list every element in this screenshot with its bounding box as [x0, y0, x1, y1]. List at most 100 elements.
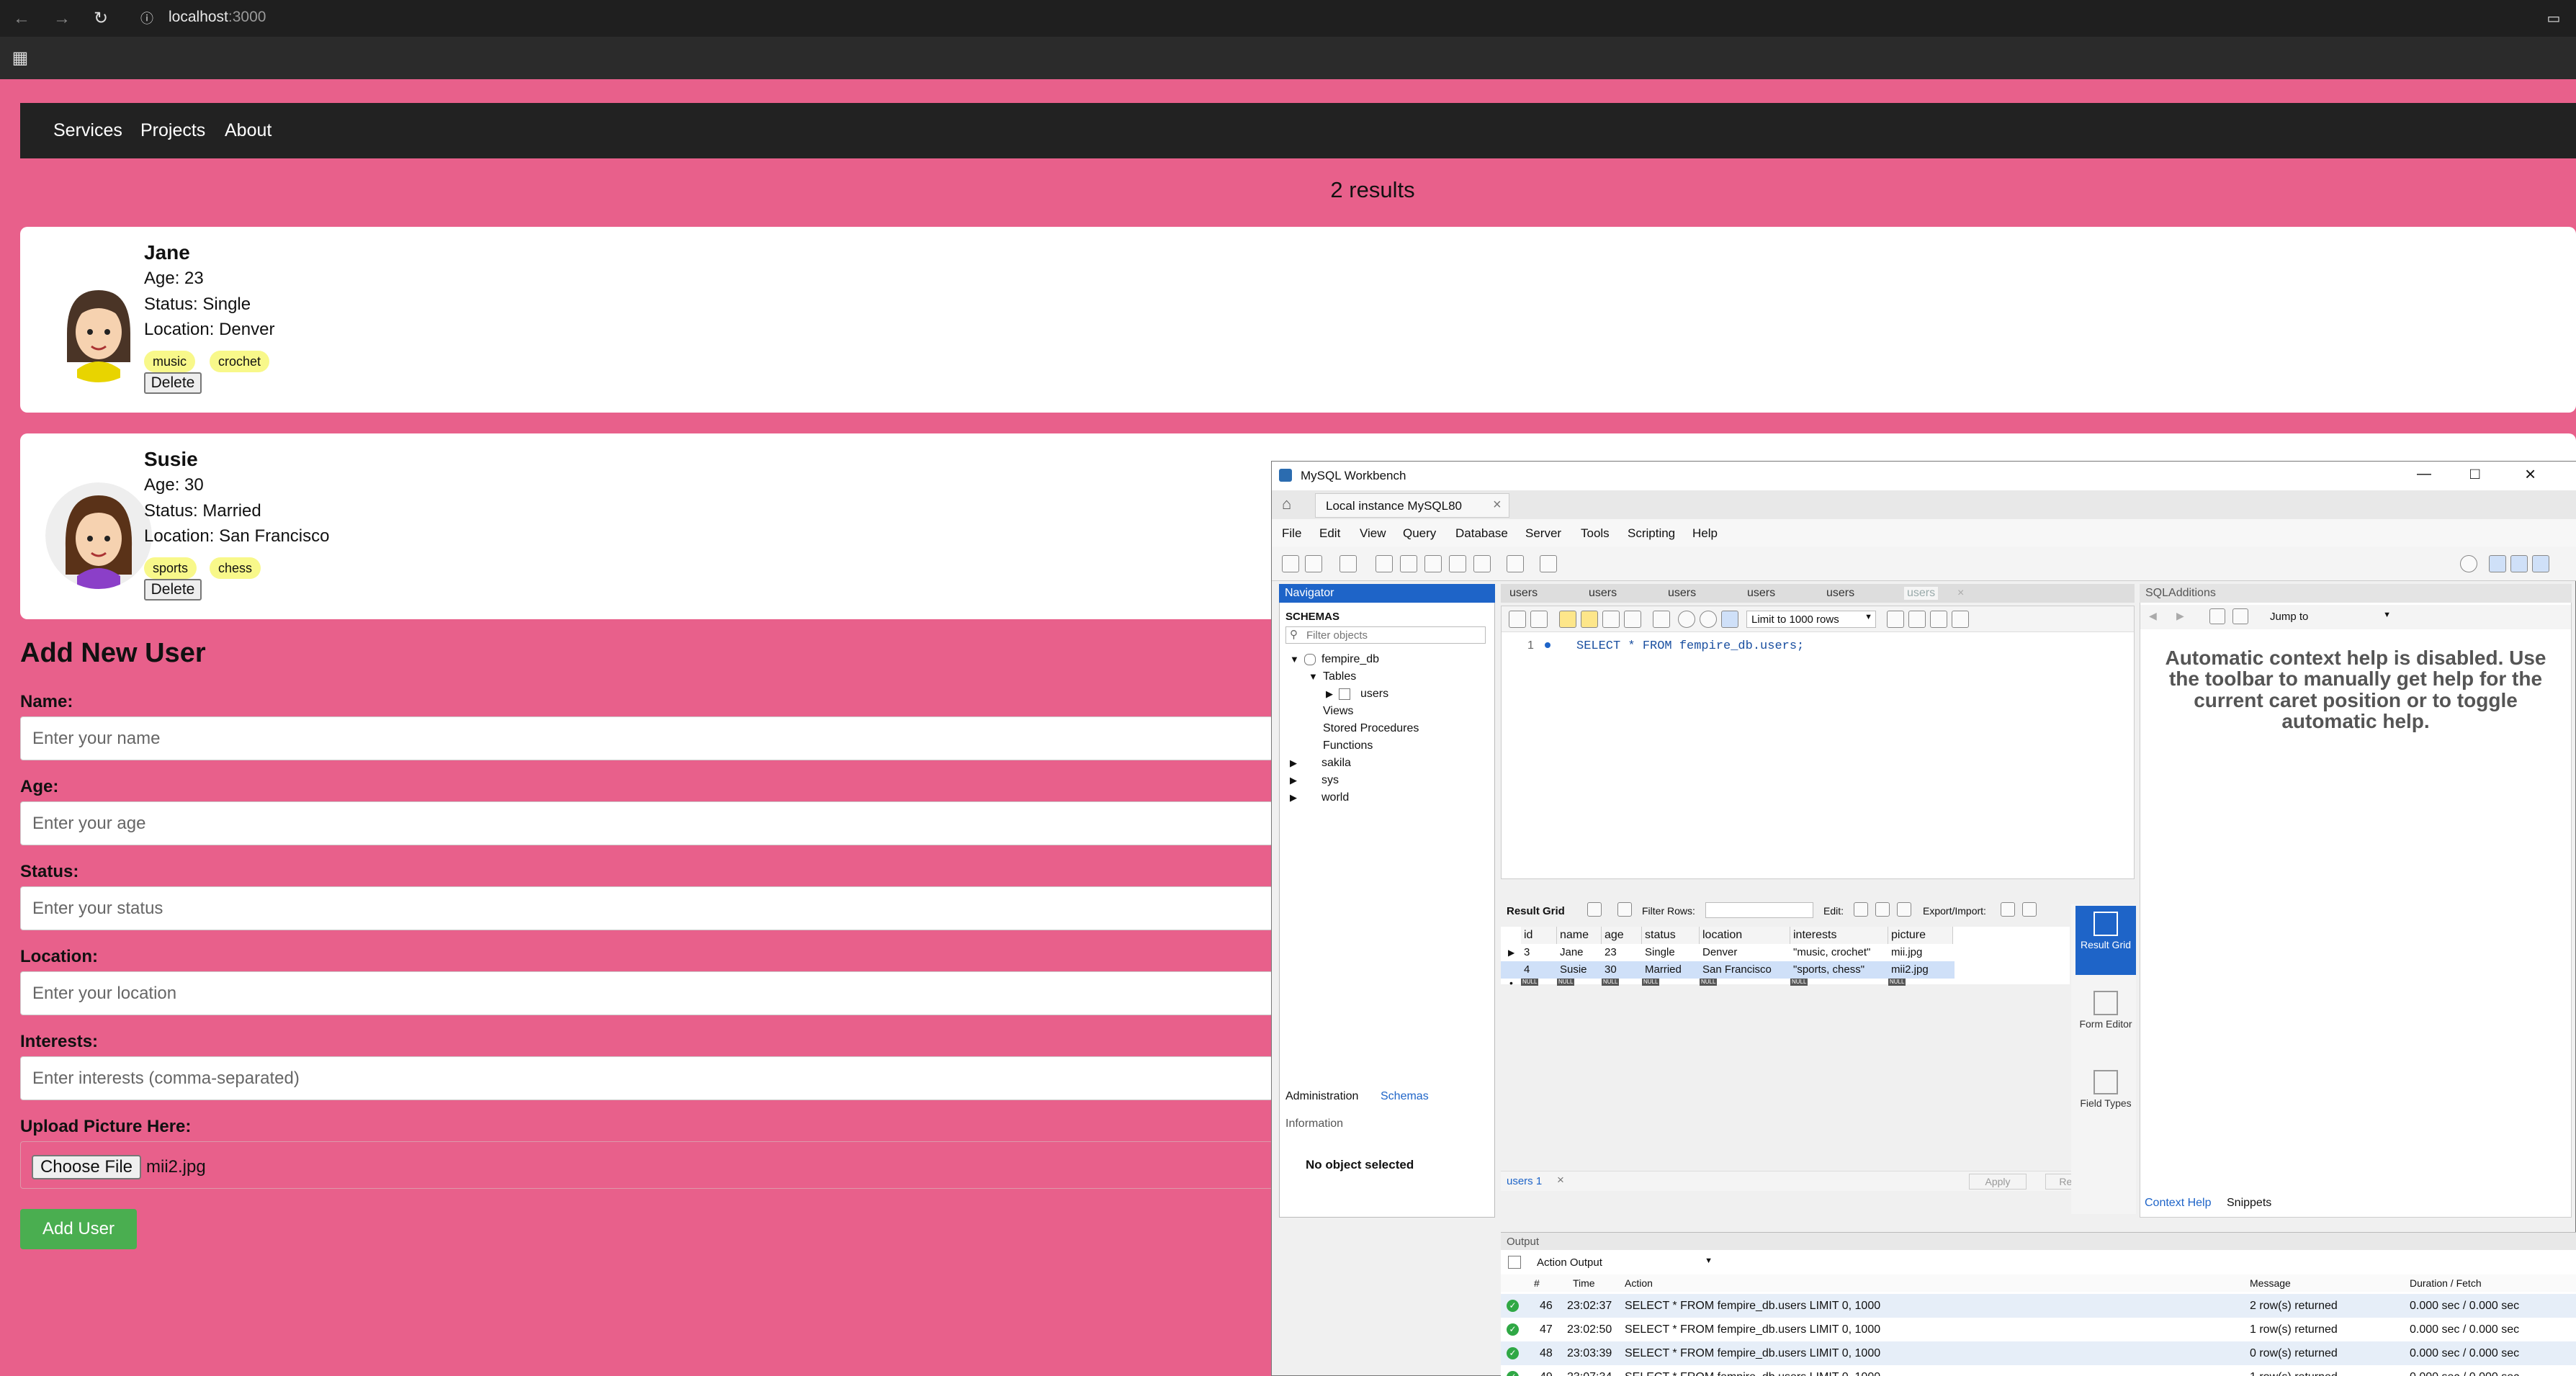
- toggle-sidebar-icon[interactable]: [2489, 555, 2506, 572]
- tree-tables[interactable]: Tables: [1323, 670, 1356, 683]
- jump-to-select[interactable]: Jump to ▼: [2264, 608, 2394, 626]
- limit-rows-select[interactable]: Limit to 1000 rows ▼: [1746, 611, 1876, 628]
- grid-cell[interactable]: "sports, chess": [1790, 961, 1864, 979]
- maximize-icon[interactable]: □: [2470, 464, 2479, 483]
- close-tab-icon[interactable]: ×: [1557, 1173, 1564, 1187]
- forward-icon[interactable]: ▶: [2176, 610, 2184, 622]
- toggle-secondary-sidebar-icon[interactable]: [2532, 555, 2549, 572]
- minimize-icon[interactable]: —: [2417, 466, 2431, 482]
- settings-gear-icon[interactable]: [2460, 555, 2477, 572]
- create-view-icon[interactable]: [1424, 555, 1442, 572]
- create-procedure-icon[interactable]: [1449, 555, 1466, 572]
- tree-views[interactable]: Views: [1323, 705, 1353, 718]
- tree-table-users[interactable]: users: [1360, 688, 1388, 701]
- apply-button[interactable]: Apply: [1969, 1174, 2027, 1190]
- invisible-chars-icon[interactable]: [1930, 611, 1947, 628]
- name-input[interactable]: [20, 716, 1273, 760]
- grid-cell[interactable]: Married: [1642, 961, 1682, 979]
- wrap-lines-icon[interactable]: [1952, 611, 1969, 628]
- interests-input[interactable]: [20, 1056, 1273, 1100]
- create-function-icon[interactable]: [1473, 555, 1491, 572]
- choose-file-button[interactable]: Choose File: [32, 1155, 141, 1179]
- search-table-data-icon[interactable]: [1507, 555, 1524, 572]
- tab-snippets[interactable]: Snippets: [2227, 1197, 2271, 1210]
- find-icon[interactable]: [1908, 611, 1926, 628]
- insert-row-icon[interactable]: [1875, 902, 1890, 917]
- rollback-icon[interactable]: [1700, 611, 1717, 628]
- copy-output-icon[interactable]: [1508, 1256, 1521, 1269]
- form-editor-view-button[interactable]: Form Editor: [2075, 985, 2136, 1054]
- grid-cell[interactable]: Denver: [1700, 944, 1737, 961]
- menu-scripting[interactable]: Scripting: [1628, 526, 1675, 541]
- reload-icon[interactable]: ↻: [89, 7, 112, 30]
- grid-cell[interactable]: "music, crochet": [1790, 944, 1870, 961]
- grid-cell[interactable]: mii.jpg: [1888, 944, 1922, 961]
- create-schema-icon[interactable]: [1375, 555, 1393, 572]
- new-sql-tab-icon[interactable]: [1282, 555, 1299, 572]
- output-row[interactable]: ✓ 47 23:02:50 SELECT * FROM fempire_db.u…: [1501, 1318, 2576, 1341]
- menu-view[interactable]: View: [1360, 526, 1386, 541]
- collapse-arrow-icon[interactable]: ▼: [1290, 654, 1299, 665]
- grid-header[interactable]: location: [1700, 927, 1790, 944]
- nav-link-projects[interactable]: Projects: [140, 103, 205, 158]
- menu-database[interactable]: Database: [1455, 526, 1508, 541]
- tab-schemas[interactable]: Schemas: [1381, 1090, 1429, 1103]
- autocommit-icon[interactable]: [1721, 611, 1738, 628]
- result-tab[interactable]: users 1: [1507, 1175, 1542, 1187]
- age-input[interactable]: [20, 801, 1273, 845]
- output-row[interactable]: ✓ 48 23:03:39 SELECT * FROM fempire_db.u…: [1501, 1341, 2576, 1365]
- output-type-select[interactable]: Action Output ▼: [1532, 1254, 1717, 1272]
- execute-current-icon[interactable]: [1581, 611, 1598, 628]
- address-bar[interactable]: localhost:3000: [169, 9, 266, 26]
- collapse-arrow-icon[interactable]: ▼: [1309, 671, 1318, 682]
- reconnect-icon[interactable]: [1540, 555, 1557, 572]
- tab-context-help[interactable]: Context Help: [2145, 1197, 2212, 1210]
- menu-tools[interactable]: Tools: [1581, 526, 1610, 541]
- grid-icon[interactable]: [1587, 902, 1602, 917]
- save-icon[interactable]: [1530, 611, 1548, 628]
- nav-link-services[interactable]: Services: [53, 103, 122, 158]
- nav-link-about[interactable]: About: [225, 103, 271, 158]
- menu-server[interactable]: Server: [1525, 526, 1561, 541]
- filter-rows-input[interactable]: [1705, 902, 1813, 918]
- stop-icon[interactable]: [1624, 611, 1641, 628]
- tree-functions[interactable]: Functions: [1323, 739, 1373, 752]
- explain-icon[interactable]: [1602, 611, 1620, 628]
- commit-icon[interactable]: [1678, 611, 1695, 628]
- refresh-icon[interactable]: [1617, 902, 1632, 917]
- menu-help[interactable]: Help: [1692, 526, 1718, 541]
- sql-tab-active[interactable]: users: [1904, 587, 1939, 600]
- grid-cell[interactable]: mii2.jpg: [1888, 961, 1929, 979]
- create-table-icon[interactable]: [1400, 555, 1417, 572]
- expand-arrow-icon[interactable]: ▶: [1290, 775, 1297, 786]
- toggle-output-icon[interactable]: [2510, 555, 2528, 572]
- menu-query[interactable]: Query: [1403, 526, 1436, 541]
- install-app-icon[interactable]: ▭: [2542, 7, 2565, 30]
- sql-tab[interactable]: users: [1826, 587, 1854, 600]
- grid-header[interactable]: name: [1557, 927, 1602, 944]
- grid-header[interactable]: status: [1642, 927, 1700, 944]
- filter-objects-input[interactable]: [1285, 626, 1486, 644]
- home-icon[interactable]: ⌂: [1282, 495, 1291, 513]
- inspector-icon[interactable]: [1339, 555, 1357, 572]
- sql-query-text[interactable]: SELECT * FROM fempire_db.users;: [1576, 639, 1804, 653]
- tree-db-sys[interactable]: sys: [1321, 774, 1339, 787]
- output-row[interactable]: ✓ 46 23:02:37 SELECT * FROM fempire_db.u…: [1501, 1294, 2576, 1318]
- export-icon[interactable]: [2001, 902, 2015, 917]
- add-user-button[interactable]: Add User: [20, 1209, 137, 1249]
- grid-header[interactable]: age: [1602, 927, 1642, 944]
- tree-db-sakila[interactable]: sakila: [1321, 757, 1351, 770]
- grid-cell[interactable]: San Francisco: [1700, 961, 1772, 979]
- grid-cell[interactable]: Susie: [1557, 961, 1587, 979]
- open-sql-script-icon[interactable]: [1305, 555, 1322, 572]
- grid-cell[interactable]: 23: [1602, 944, 1617, 961]
- grid-header[interactable]: interests: [1790, 927, 1888, 944]
- tree-stored-procedures[interactable]: Stored Procedures: [1323, 722, 1419, 735]
- grid-header[interactable]: id: [1521, 927, 1557, 944]
- expand-arrow-icon[interactable]: ▶: [1326, 688, 1333, 700]
- execute-icon[interactable]: [1559, 611, 1576, 628]
- tree-db-fempire[interactable]: fempire_db: [1321, 653, 1379, 666]
- sql-tab[interactable]: users: [1509, 587, 1538, 600]
- delete-button[interactable]: Delete: [144, 372, 202, 394]
- close-icon[interactable]: ×: [2525, 463, 2536, 485]
